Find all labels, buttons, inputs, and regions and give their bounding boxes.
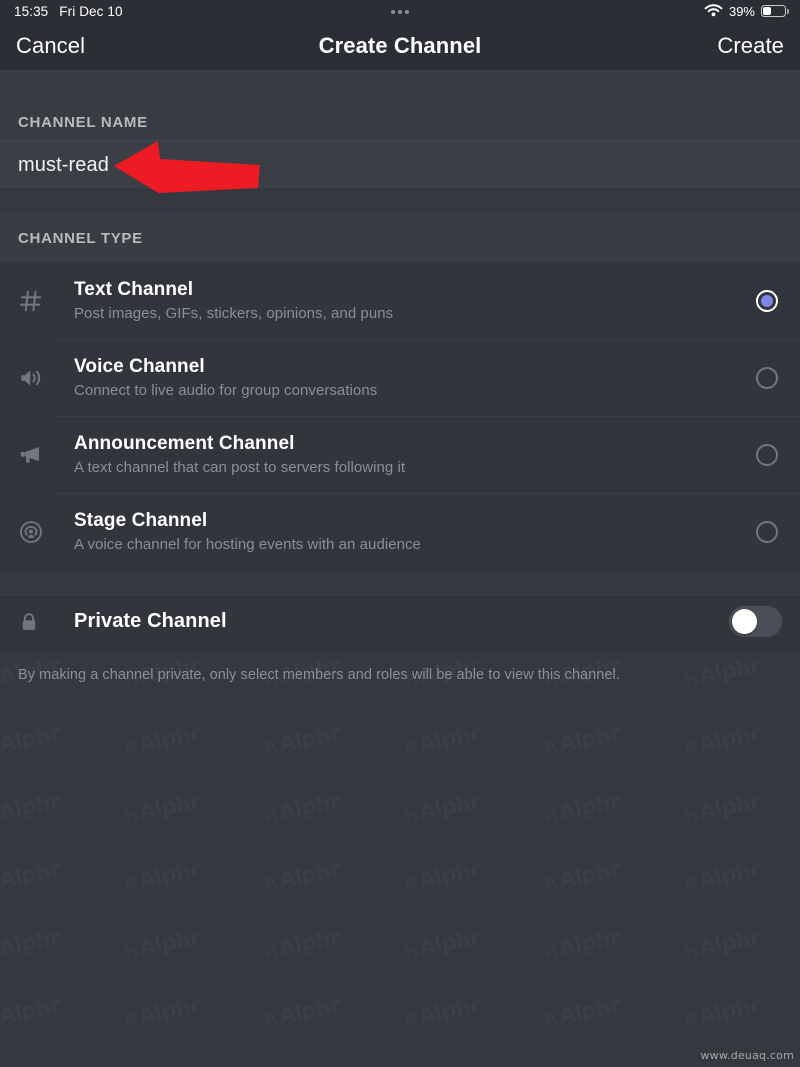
channel-type-title: Text Channel	[74, 279, 194, 300]
watermark-text: P,Alphr	[122, 1061, 201, 1067]
watermark-text: P,Alphr	[682, 857, 761, 895]
channel-type-text-block: Announcement Channel A text channel that…	[56, 433, 756, 476]
watermark-text: P,Alphr	[682, 925, 761, 963]
private-channel-row[interactable]: Private Channel	[0, 594, 800, 649]
channel-type-radio-announcement[interactable]	[756, 443, 778, 466]
private-channel-note: By making a channel private, only select…	[18, 667, 620, 683]
watermark-text: P,Alphr	[0, 1061, 62, 1067]
watermark-text: P,Alphr	[682, 721, 761, 759]
watermark-text: P,Alphr	[262, 1061, 341, 1067]
watermark-text: P,Alphr	[682, 789, 761, 827]
megaphone-icon	[18, 442, 56, 468]
lock-icon	[18, 611, 56, 633]
watermark-text: P,Alphr	[0, 789, 62, 827]
watermark-text: P,Alphr	[682, 993, 761, 1031]
status-bar: 15:35 Fri Dec 10 39%	[0, 0, 800, 22]
channel-type-title: Stage Channel	[74, 510, 208, 531]
watermark-text: P,Alphr	[402, 857, 481, 895]
page-title: Create Channel	[318, 33, 482, 58]
channel-type-radio-stage[interactable]	[756, 520, 778, 543]
watermark-text: P,Alphr	[542, 925, 621, 963]
cancel-button[interactable]: Cancel	[16, 33, 85, 59]
channel-type-text-block: Voice Channel Connect to live audio for …	[56, 356, 756, 399]
watermark-text: P,Alphr	[122, 925, 201, 963]
watermark-text: P,Alphr	[262, 721, 341, 759]
channel-type-title: Voice Channel	[74, 356, 205, 377]
watermark-text: P,Alphr	[122, 721, 201, 759]
private-channel-toggle[interactable]	[729, 606, 782, 637]
speaker-icon	[18, 365, 56, 391]
watermark-text: P,Alphr	[542, 857, 621, 895]
channel-type-radio-voice[interactable]	[756, 366, 778, 389]
section-spacer-2	[0, 570, 800, 594]
watermark-text: P,Alphr	[542, 721, 621, 759]
watermark-text: P,Alphr	[0, 925, 62, 963]
status-date: Fri Dec 10	[59, 3, 123, 19]
watermark-text: P,Alphr	[542, 1061, 621, 1067]
channel-type-text-block: Text Channel Post images, GIFs, stickers…	[56, 279, 756, 322]
channel-type-option-announcement[interactable]: Announcement Channel A text channel that…	[0, 416, 800, 493]
section-spacer	[0, 190, 800, 214]
battery-percent-label: 39%	[728, 3, 755, 19]
channel-type-description: Connect to live audio for group conversa…	[74, 382, 378, 399]
channel-type-option-stage[interactable]: Stage Channel A voice channel for hostin…	[0, 493, 800, 570]
site-watermark: www.deuaq.com	[700, 1049, 794, 1062]
watermark-text: P,Alphr	[402, 993, 481, 1031]
watermark-text: P,Alphr	[402, 925, 481, 963]
watermark-text: P,Alphr	[262, 789, 341, 827]
channel-type-section-header: CHANNEL TYPE	[0, 214, 800, 262]
watermark-text: P,Alphr	[402, 789, 481, 827]
channel-type-description: Post images, GIFs, stickers, opinions, a…	[74, 305, 394, 322]
status-bar-left: 15:35 Fri Dec 10	[14, 4, 123, 19]
watermark-text: P,Alphr	[402, 1061, 481, 1067]
multitask-dots-glyph	[391, 9, 409, 14]
watermark-text: P,Alphr	[262, 857, 341, 895]
channel-type-list: Text Channel Post images, GIFs, stickers…	[0, 262, 800, 570]
watermark-text: P,Alphr	[122, 857, 201, 895]
channel-type-option-voice[interactable]: Voice Channel Connect to live audio for …	[0, 339, 800, 416]
channel-type-description: A voice channel for hosting events with …	[74, 536, 421, 553]
battery-icon	[761, 5, 789, 17]
channel-type-option-text[interactable]: Text Channel Post images, GIFs, stickers…	[0, 262, 800, 339]
hash-icon	[18, 288, 56, 314]
toggle-knob	[732, 609, 757, 634]
watermark-text: P,Alphr	[402, 721, 481, 759]
channel-type-radio-text[interactable]	[756, 289, 778, 312]
status-bar-right: 39%	[704, 3, 789, 20]
channel-type-description: A text channel that can post to servers …	[74, 459, 406, 476]
watermark-text: P,Alphr	[262, 925, 341, 963]
watermark-text: P,Alphr	[122, 993, 201, 1031]
channel-name-input[interactable]: must-read	[18, 154, 109, 177]
watermark-text: P,Alphr	[122, 789, 201, 827]
watermark-text: P,Alphr	[262, 993, 341, 1031]
stage-broadcast-icon	[18, 519, 56, 545]
watermark-text: P,Alphr	[0, 857, 62, 895]
create-button[interactable]: Create	[717, 33, 784, 59]
channel-name-section-header: CHANNEL NAME	[0, 70, 800, 140]
channel-type-title: Announcement Channel	[74, 433, 295, 454]
watermark-text: P,Alphr	[542, 789, 621, 827]
wifi-icon	[704, 3, 723, 20]
watermark-text: P,Alphr	[0, 721, 62, 759]
channel-type-text-block: Stage Channel A voice channel for hostin…	[56, 510, 756, 553]
status-time: 15:35	[14, 3, 49, 19]
watermark-text: P,Alphr	[0, 993, 62, 1031]
watermark-text: P,Alphr	[542, 993, 621, 1031]
nav-header: Cancel Create Channel Create	[0, 22, 800, 70]
channel-name-row[interactable]: must-read	[0, 140, 800, 190]
battery-fill	[763, 7, 772, 15]
private-channel-label: Private Channel	[74, 610, 227, 632]
